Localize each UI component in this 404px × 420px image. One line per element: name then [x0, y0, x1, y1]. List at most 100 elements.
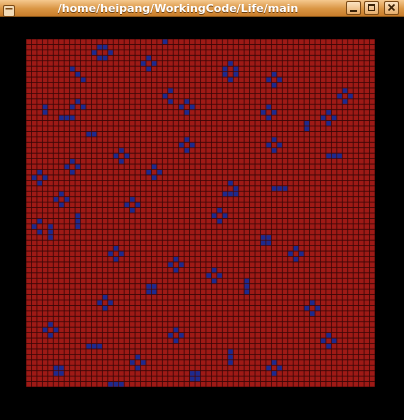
- minimize-button[interactable]: [346, 1, 361, 15]
- live-cell[interactable]: [48, 322, 53, 327]
- title-bar[interactable]: /home/heipang/WorkingCode/Life/main: [0, 0, 404, 17]
- live-cell[interactable]: [260, 240, 266, 246]
- live-cell[interactable]: [217, 218, 222, 224]
- live-cell[interactable]: [75, 99, 81, 104]
- live-cell[interactable]: [233, 66, 239, 72]
- live-cell[interactable]: [113, 256, 119, 262]
- live-cell[interactable]: [184, 99, 190, 104]
- live-cell[interactable]: [102, 294, 108, 300]
- live-cell[interactable]: [266, 365, 271, 371]
- live-cell[interactable]: [337, 153, 342, 159]
- live-cell[interactable]: [271, 186, 277, 191]
- live-cell[interactable]: [228, 354, 233, 360]
- live-cell[interactable]: [75, 218, 81, 224]
- live-cell[interactable]: [266, 142, 271, 148]
- live-cell[interactable]: [75, 224, 81, 229]
- live-cell[interactable]: [331, 115, 337, 121]
- live-cell[interactable]: [173, 267, 179, 273]
- live-cell[interactable]: [195, 376, 201, 382]
- live-cell[interactable]: [309, 300, 315, 306]
- live-cell[interactable]: [222, 213, 228, 219]
- live-cell[interactable]: [86, 131, 92, 137]
- live-cell[interactable]: [320, 115, 326, 121]
- live-cell[interactable]: [91, 50, 97, 55]
- live-cell[interactable]: [217, 207, 222, 213]
- live-cell[interactable]: [162, 39, 168, 45]
- live-cell[interactable]: [80, 77, 86, 83]
- live-cell[interactable]: [244, 284, 250, 289]
- live-cell[interactable]: [70, 115, 75, 121]
- live-cell[interactable]: [59, 115, 64, 121]
- live-cell[interactable]: [130, 207, 135, 213]
- live-cell[interactable]: [271, 371, 277, 376]
- live-cell[interactable]: [135, 365, 141, 371]
- live-cell[interactable]: [309, 311, 315, 316]
- live-cell[interactable]: [135, 202, 141, 208]
- live-cell[interactable]: [271, 148, 277, 153]
- live-cell[interactable]: [124, 153, 130, 159]
- live-cell[interactable]: [222, 191, 228, 197]
- live-cell[interactable]: [91, 131, 97, 137]
- live-cell[interactable]: [70, 159, 75, 164]
- live-cell[interactable]: [304, 126, 310, 132]
- live-cell[interactable]: [97, 55, 102, 61]
- live-cell[interactable]: [130, 360, 135, 365]
- live-cell[interactable]: [244, 278, 250, 284]
- live-cell[interactable]: [326, 110, 331, 115]
- maximize-button[interactable]: [364, 1, 379, 15]
- live-cell[interactable]: [119, 159, 124, 164]
- live-cell[interactable]: [228, 191, 233, 197]
- live-cell[interactable]: [70, 66, 75, 72]
- live-cell[interactable]: [80, 104, 86, 110]
- live-cell[interactable]: [211, 213, 217, 219]
- live-cell[interactable]: [211, 278, 217, 284]
- live-cell[interactable]: [271, 110, 277, 115]
- live-cell[interactable]: [293, 256, 299, 262]
- live-cell[interactable]: [342, 99, 348, 104]
- life-grid[interactable]: [26, 39, 375, 387]
- live-cell[interactable]: [326, 333, 331, 338]
- live-cell[interactable]: [228, 77, 233, 83]
- live-cell[interactable]: [108, 381, 113, 387]
- live-cell[interactable]: [184, 148, 190, 153]
- live-cell[interactable]: [108, 50, 113, 55]
- live-cell[interactable]: [331, 153, 337, 159]
- live-cell[interactable]: [189, 376, 195, 382]
- window-menu-icon[interactable]: [3, 2, 15, 17]
- live-cell[interactable]: [282, 186, 288, 191]
- live-cell[interactable]: [260, 110, 266, 115]
- live-cell[interactable]: [189, 371, 195, 376]
- live-cell[interactable]: [233, 186, 239, 191]
- live-cell[interactable]: [271, 72, 277, 77]
- live-cell[interactable]: [179, 333, 184, 338]
- live-cell[interactable]: [31, 175, 37, 180]
- live-cell[interactable]: [260, 235, 266, 240]
- live-cell[interactable]: [173, 327, 179, 333]
- live-cell[interactable]: [228, 349, 233, 354]
- live-cell[interactable]: [228, 61, 233, 66]
- live-cell[interactable]: [342, 88, 348, 93]
- live-cell[interactable]: [59, 191, 64, 197]
- live-cell[interactable]: [244, 289, 250, 295]
- live-cell[interactable]: [113, 246, 119, 251]
- live-cell[interactable]: [233, 191, 239, 197]
- live-cell[interactable]: [37, 218, 42, 224]
- live-cell[interactable]: [277, 77, 282, 83]
- live-cell[interactable]: [113, 153, 119, 159]
- live-cell[interactable]: [59, 371, 64, 376]
- live-cell[interactable]: [70, 169, 75, 175]
- live-cell[interactable]: [42, 327, 48, 333]
- close-button[interactable]: [384, 1, 399, 15]
- live-cell[interactable]: [222, 66, 228, 72]
- live-cell[interactable]: [151, 175, 157, 180]
- live-cell[interactable]: [151, 61, 157, 66]
- live-cell[interactable]: [59, 365, 64, 371]
- live-cell[interactable]: [184, 110, 190, 115]
- live-cell[interactable]: [59, 202, 64, 208]
- live-cell[interactable]: [162, 93, 168, 99]
- live-cell[interactable]: [146, 55, 152, 61]
- live-cell[interactable]: [53, 327, 59, 333]
- live-cell[interactable]: [326, 343, 331, 349]
- live-cell[interactable]: [75, 164, 81, 170]
- live-cell[interactable]: [119, 381, 124, 387]
